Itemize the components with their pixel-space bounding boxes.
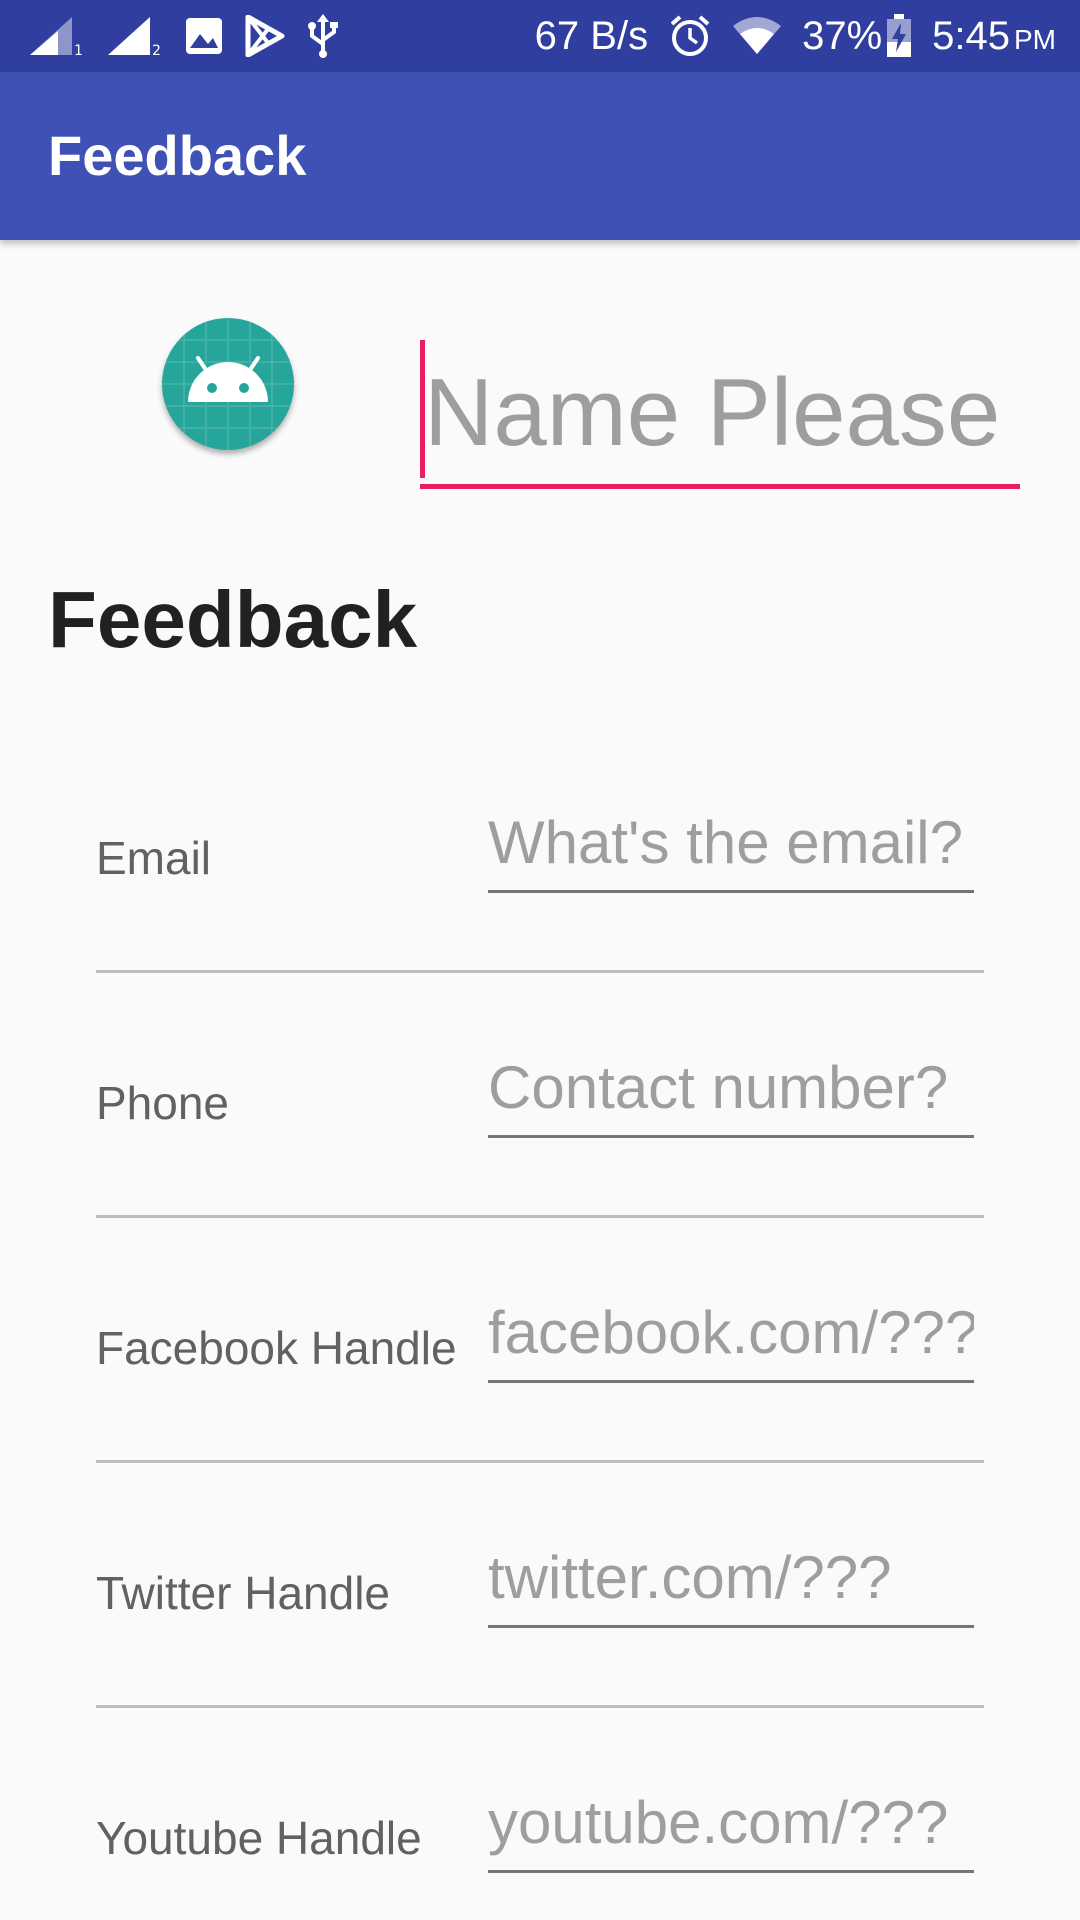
status-bar: 1 2 67 B/s 37% 5:45 PM	[0, 0, 1080, 72]
phone-row: Phone	[96, 975, 984, 1220]
email-field[interactable]	[488, 796, 974, 893]
wifi-icon	[732, 16, 782, 56]
facebook-underline	[488, 1380, 974, 1383]
email-label: Email	[96, 832, 212, 884]
name-input[interactable]	[420, 340, 1020, 486]
battery-indicator: 37%	[802, 14, 912, 59]
network-speed: 67 B/s	[534, 13, 649, 58]
phone-field[interactable]	[488, 1041, 974, 1138]
text-cursor	[420, 340, 425, 478]
clock-ampm: PM	[1014, 23, 1056, 55]
youtube-label: Youtube Handle	[96, 1812, 422, 1864]
status-icons-left: 1 2	[28, 12, 340, 60]
signal-sim1-icon: 1	[28, 15, 86, 57]
feedback-heading: Feedback	[48, 575, 418, 664]
app-bar-title: Feedback	[48, 124, 307, 187]
name-underline	[420, 484, 1020, 489]
row-divider	[96, 1705, 984, 1708]
twitter-input[interactable]	[488, 1531, 974, 1623]
row-divider	[96, 1460, 984, 1463]
youtube-input[interactable]	[488, 1776, 974, 1868]
phone-input[interactable]	[488, 1041, 974, 1133]
svg-text:1: 1	[74, 43, 83, 57]
email-underline	[488, 890, 974, 893]
email-row: Email	[96, 730, 984, 975]
row-divider	[96, 970, 984, 973]
facebook-field[interactable]	[488, 1286, 974, 1383]
youtube-row: Youtube Handle	[96, 1710, 984, 1920]
usb-icon	[306, 14, 340, 58]
facebook-row: Facebook Handle	[96, 1220, 984, 1465]
play-store-icon	[244, 15, 286, 57]
alarm-icon	[668, 14, 712, 58]
status-icons-right: 67 B/s 37% 5:45 PM	[535, 8, 1056, 64]
phone-label: Phone	[96, 1077, 230, 1129]
profile-avatar[interactable]	[162, 318, 294, 450]
facebook-label: Facebook Handle	[96, 1322, 457, 1374]
twitter-row: Twitter Handle	[96, 1465, 984, 1710]
twitter-label: Twitter Handle	[96, 1567, 391, 1619]
signal-sim2-icon: 2	[106, 15, 164, 57]
twitter-field[interactable]	[488, 1531, 974, 1628]
row-divider	[96, 1215, 984, 1218]
android-icon	[162, 318, 294, 450]
svg-text:2: 2	[152, 43, 161, 57]
image-icon	[184, 16, 224, 56]
clock-time: 5:45	[932, 13, 1010, 58]
name-field[interactable]	[420, 340, 1020, 490]
email-input[interactable]	[488, 796, 974, 888]
youtube-underline	[488, 1870, 974, 1873]
phone-underline	[488, 1135, 974, 1138]
app-bar: Feedback	[0, 72, 1080, 240]
status-time: 5:45 PM	[932, 14, 1056, 59]
battery-percent: 37%	[802, 13, 883, 58]
twitter-underline	[488, 1625, 974, 1628]
youtube-field[interactable]	[488, 1776, 974, 1873]
battery-charging-icon	[886, 14, 912, 58]
facebook-input[interactable]	[488, 1286, 974, 1378]
